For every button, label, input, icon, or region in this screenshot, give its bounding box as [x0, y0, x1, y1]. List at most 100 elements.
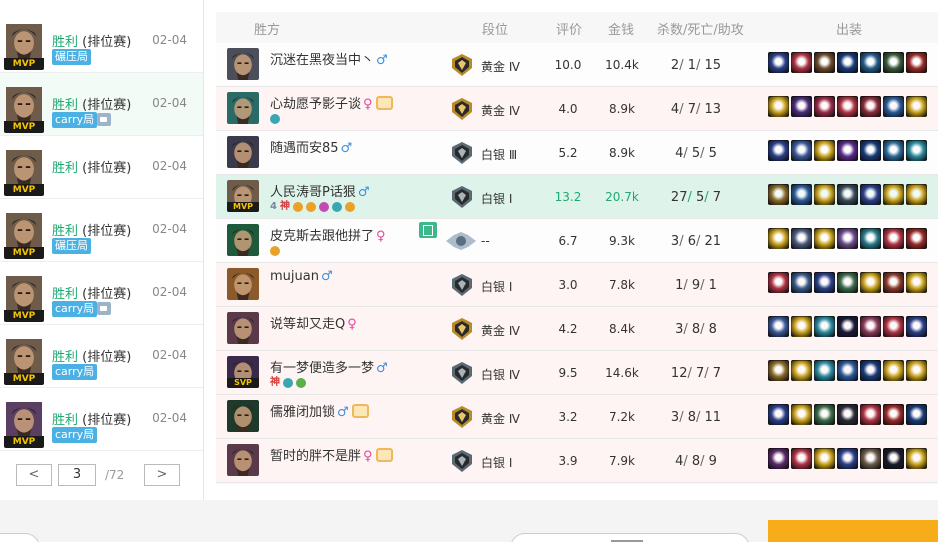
copy-icon[interactable] — [419, 222, 437, 238]
item-icon[interactable] — [814, 404, 835, 425]
match-list-item[interactable]: MVP 胜利 (排位赛) 02-04 carry局 — [0, 262, 203, 325]
item-icon[interactable] — [768, 316, 789, 337]
player-row[interactable]: 心劫愿予影子谈 ♀ 黄金 Ⅳ 4.0 8.9k 4/ 7/ 13 — [216, 87, 938, 131]
item-icon[interactable] — [791, 272, 812, 293]
item-icon[interactable] — [814, 52, 835, 73]
prev-page-button[interactable]: < — [16, 464, 52, 486]
item-icon[interactable] — [791, 404, 812, 425]
item-icon[interactable] — [906, 184, 927, 205]
item-icon[interactable] — [860, 272, 881, 293]
bottom-action-button[interactable] — [768, 520, 938, 542]
item-icon[interactable] — [768, 228, 789, 249]
item-icon[interactable] — [768, 360, 789, 381]
item-icon[interactable] — [883, 272, 904, 293]
item-icon[interactable] — [768, 448, 789, 469]
item-icon[interactable] — [837, 96, 858, 117]
item-icon[interactable] — [860, 360, 881, 381]
item-icon[interactable] — [906, 272, 927, 293]
item-icon[interactable] — [906, 52, 927, 73]
player-row[interactable]: MVP 人民涛哥P话狠 ♂ 4 神白银 Ⅰ 13.2 20.7k 27/ 5/ 7 — [216, 175, 938, 219]
match-list-item[interactable]: MVP 胜利 (排位赛) 02-04 碾压局 — [0, 199, 203, 262]
page-number-input[interactable]: 3 — [58, 464, 96, 486]
champion-icon[interactable] — [227, 92, 259, 124]
player-row[interactable]: 暂时的胖不是胖 ♀ 白银 Ⅰ 3.9 7.9k 4/ 8/ 9 — [216, 439, 938, 483]
player-row[interactable]: 随遇而安85 ♂ 白银 Ⅲ 5.2 8.9k 4/ 5/ 5 — [216, 131, 938, 175]
item-icon[interactable] — [791, 360, 812, 381]
item-icon[interactable] — [837, 316, 858, 337]
item-icon[interactable] — [860, 404, 881, 425]
item-icon[interactable] — [837, 448, 858, 469]
item-icon[interactable] — [768, 272, 789, 293]
item-icon[interactable] — [814, 184, 835, 205]
item-icon[interactable] — [791, 184, 812, 205]
item-icon[interactable] — [791, 316, 812, 337]
item-icon[interactable] — [814, 316, 835, 337]
item-icon[interactable] — [906, 448, 927, 469]
item-icon[interactable] — [883, 404, 904, 425]
player-name[interactable]: 有一梦便造多一梦 — [270, 361, 374, 376]
match-list-item[interactable]: MVP 胜利 (排位赛) 02-04 carry局 — [0, 325, 203, 388]
player-name[interactable]: 儒雅闭加锁 — [270, 405, 335, 420]
item-icon[interactable] — [883, 140, 904, 161]
item-icon[interactable] — [791, 96, 812, 117]
match-list-item[interactable]: MVP 胜利 (排位赛) 02-04 carry局 — [0, 73, 203, 136]
item-icon[interactable] — [860, 184, 881, 205]
item-icon[interactable] — [837, 272, 858, 293]
player-row[interactable]: 儒雅闭加锁 ♂ 黄金 Ⅳ 3.2 7.2k 3/ 8/ 11 — [216, 395, 938, 439]
player-name[interactable]: 随遇而安85 — [270, 141, 339, 156]
champion-icon[interactable] — [227, 268, 259, 300]
player-row[interactable]: mujuan ♂ 白银 Ⅰ 3.0 7.8k 1/ 9/ 1 — [216, 263, 938, 307]
item-icon[interactable] — [883, 228, 904, 249]
champion-icon[interactable] — [227, 48, 259, 80]
champion-icon[interactable]: MVP — [227, 180, 259, 212]
item-icon[interactable] — [860, 448, 881, 469]
item-icon[interactable] — [906, 404, 927, 425]
item-icon[interactable] — [791, 228, 812, 249]
match-list-item[interactable]: MVP 胜利 (排位赛) 02-04 碾压局 — [0, 10, 203, 73]
item-icon[interactable] — [860, 96, 881, 117]
item-icon[interactable] — [814, 360, 835, 381]
item-icon[interactable] — [860, 228, 881, 249]
champion-icon[interactable] — [227, 444, 259, 476]
player-row[interactable]: 皮克斯去跟他拼了 ♀ -- 6.7 9.3k 3/ 6/ 21 — [216, 219, 938, 263]
champion-icon[interactable] — [227, 312, 259, 344]
item-icon[interactable] — [791, 52, 812, 73]
item-icon[interactable] — [768, 140, 789, 161]
item-icon[interactable] — [906, 316, 927, 337]
item-icon[interactable] — [883, 184, 904, 205]
item-icon[interactable] — [791, 140, 812, 161]
item-icon[interactable] — [814, 272, 835, 293]
item-icon[interactable] — [814, 140, 835, 161]
player-name[interactable]: mujuan — [270, 269, 319, 284]
item-icon[interactable] — [906, 360, 927, 381]
item-icon[interactable] — [814, 96, 835, 117]
item-icon[interactable] — [837, 360, 858, 381]
item-icon[interactable] — [768, 52, 789, 73]
item-icon[interactable] — [768, 184, 789, 205]
match-list-item[interactable]: MVP 胜利 (排位赛) 02-04 — [0, 136, 203, 199]
item-icon[interactable] — [768, 96, 789, 117]
player-name[interactable]: 沉迷在黑夜当中丶 — [270, 53, 374, 68]
champion-icon[interactable] — [227, 400, 259, 432]
item-icon[interactable] — [906, 96, 927, 117]
next-page-button[interactable]: > — [144, 464, 180, 486]
item-icon[interactable] — [860, 52, 881, 73]
item-icon[interactable] — [814, 228, 835, 249]
bottom-left-pill[interactable] — [0, 533, 40, 542]
item-icon[interactable] — [906, 228, 927, 249]
item-icon[interactable] — [837, 52, 858, 73]
player-row[interactable]: 说等却又走Q ♀ 黄金 Ⅳ 4.2 8.4k 3/ 8/ 8 — [216, 307, 938, 351]
player-name[interactable]: 皮克斯去跟他拼了 — [270, 229, 374, 244]
item-icon[interactable] — [883, 360, 904, 381]
item-icon[interactable] — [906, 140, 927, 161]
image-icon[interactable] — [97, 302, 111, 315]
item-icon[interactable] — [837, 228, 858, 249]
item-icon[interactable] — [837, 404, 858, 425]
champion-icon[interactable] — [227, 224, 259, 256]
player-row[interactable]: SVP 有一梦便造多一梦 ♂ 神白银 Ⅳ 9.5 14.6k 12/ 7/ 7 — [216, 351, 938, 395]
item-icon[interactable] — [860, 140, 881, 161]
item-icon[interactable] — [791, 448, 812, 469]
player-row[interactable]: 沉迷在黑夜当中丶 ♂ 黄金 Ⅳ 10.0 10.4k 2/ 1/ 15 — [216, 43, 938, 87]
item-icon[interactable] — [837, 184, 858, 205]
champion-icon[interactable] — [227, 136, 259, 168]
